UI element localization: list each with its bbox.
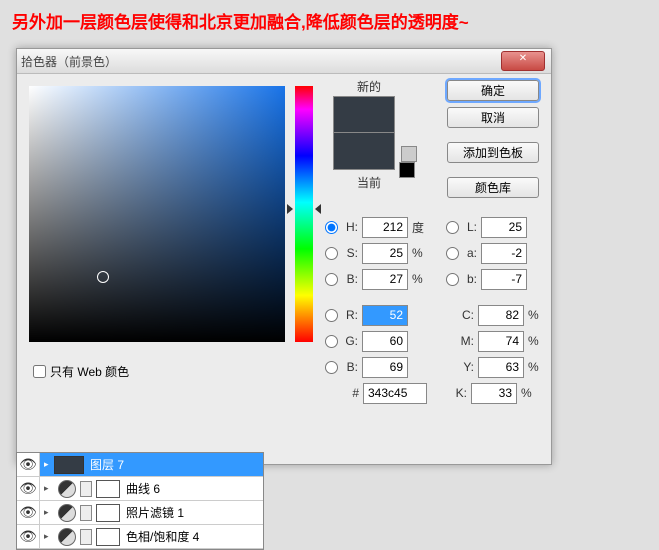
y-input[interactable]: [478, 357, 524, 378]
g-radio[interactable]: [325, 335, 338, 348]
dialog-body: 新的 当前 确定 取消 添加到色板 颜色库 H: 度 L: S:: [17, 74, 551, 464]
visibility-icon[interactable]: 👁: [17, 501, 40, 524]
hex-label: #: [343, 386, 359, 400]
r-label: R:: [342, 308, 358, 322]
new-color-label: 新的: [357, 78, 381, 95]
m-unit: %: [528, 334, 546, 348]
visibility-icon[interactable]: 👁: [17, 477, 40, 500]
layer-name: 图层 7: [90, 456, 124, 473]
b-hsb-unit: %: [412, 272, 430, 286]
ok-button[interactable]: 确定: [447, 80, 539, 101]
k-input[interactable]: [471, 383, 517, 404]
b-rgb-label: B:: [342, 360, 358, 374]
color-picker-dialog: 拾色器（前景色） ✕ 新的 当前 确定 取消 添加到色板 颜色库 H: 度: [16, 48, 552, 465]
b-rgb-radio[interactable]: [325, 361, 338, 374]
link-icon: [80, 505, 92, 521]
h-input[interactable]: [362, 217, 408, 238]
c-label: C:: [460, 308, 474, 322]
c-unit: %: [528, 308, 546, 322]
h-unit: 度: [412, 219, 430, 236]
add-swatch-button[interactable]: 添加到色板: [447, 142, 539, 163]
disclosure-icon[interactable]: ▸: [44, 483, 54, 494]
b-lab-label: b:: [463, 272, 477, 286]
mask-thumbnail: [96, 528, 120, 546]
websafe-warning-icon[interactable]: [399, 162, 415, 178]
mask-thumbnail: [96, 504, 120, 522]
k-label: K:: [453, 386, 467, 400]
k-unit: %: [521, 386, 539, 400]
hue-arrow-right[interactable]: [315, 204, 321, 214]
layer-thumbnail: [54, 456, 84, 474]
disclosure-icon[interactable]: ▸: [44, 507, 54, 518]
g-label: G:: [342, 334, 358, 348]
layer-name: 曲线 6: [126, 480, 160, 497]
layer-row[interactable]: 👁 ▸ 图层 7: [17, 453, 263, 477]
adjustment-icon: [58, 528, 76, 546]
web-only-label: 只有 Web 颜色: [50, 363, 129, 380]
layer-row[interactable]: 👁 ▸ 色相/饱和度 4: [17, 525, 263, 549]
cancel-button[interactable]: 取消: [447, 107, 539, 128]
picker-indicator[interactable]: [97, 271, 109, 283]
color-fields: H: 度 L: S: % a: B: %: [325, 214, 546, 406]
hue-arrow-left[interactable]: [287, 204, 293, 214]
s-input[interactable]: [362, 243, 408, 264]
new-color-swatch: [333, 96, 395, 133]
dialog-title: 拾色器（前景色）: [21, 53, 117, 70]
b-lab-radio[interactable]: [446, 273, 459, 286]
current-color-label: 当前: [357, 174, 381, 191]
m-input[interactable]: [478, 331, 524, 352]
r-input[interactable]: [362, 305, 408, 326]
c-input[interactable]: [478, 305, 524, 326]
layer-row[interactable]: 👁 ▸ 照片滤镜 1: [17, 501, 263, 525]
s-radio[interactable]: [325, 247, 338, 260]
close-button[interactable]: ✕: [501, 51, 545, 71]
b-rgb-input[interactable]: [362, 357, 408, 378]
color-field[interactable]: [29, 86, 285, 342]
layer-row[interactable]: 👁 ▸ 曲线 6: [17, 477, 263, 501]
web-only-row: 只有 Web 颜色: [29, 362, 129, 381]
adjustment-icon: [58, 480, 76, 498]
layers-panel: 👁 ▸ 图层 7 👁 ▸ 曲线 6 👁 ▸ 照片滤镜 1 👁 ▸: [16, 452, 264, 550]
visibility-icon[interactable]: 👁: [17, 453, 40, 476]
adjustment-icon: [58, 504, 76, 522]
b-hsb-radio[interactable]: [325, 273, 338, 286]
s-label: S:: [342, 246, 358, 260]
a-radio[interactable]: [446, 247, 459, 260]
current-color-swatch[interactable]: [333, 132, 395, 170]
g-input[interactable]: [362, 331, 408, 352]
h-label: H:: [342, 220, 358, 234]
layer-name: 照片滤镜 1: [126, 504, 184, 521]
m-label: M:: [460, 334, 474, 348]
l-radio[interactable]: [446, 221, 459, 234]
h-radio[interactable]: [325, 221, 338, 234]
gamut-warning-icon[interactable]: [401, 146, 417, 162]
hex-input[interactable]: [363, 383, 427, 404]
titlebar[interactable]: 拾色器（前景色） ✕: [17, 49, 551, 74]
disclosure-icon[interactable]: ▸: [44, 459, 54, 470]
s-unit: %: [412, 246, 430, 260]
web-only-checkbox[interactable]: [33, 365, 46, 378]
b-hsb-input[interactable]: [362, 269, 408, 290]
r-radio[interactable]: [325, 309, 338, 322]
y-unit: %: [528, 360, 546, 374]
l-input[interactable]: [481, 217, 527, 238]
a-input[interactable]: [481, 243, 527, 264]
l-label: L:: [463, 220, 477, 234]
b-lab-input[interactable]: [481, 269, 527, 290]
visibility-icon[interactable]: 👁: [17, 525, 40, 548]
annotation-text: 另外加一层颜色层使得和北京更加融合,降低颜色层的透明度~: [0, 0, 659, 37]
button-group: 确定 取消 添加到色板 颜色库: [447, 80, 539, 204]
layer-name: 色相/饱和度 4: [126, 528, 199, 545]
link-icon: [80, 481, 92, 497]
mask-thumbnail: [96, 480, 120, 498]
b-hsb-label: B:: [342, 272, 358, 286]
y-label: Y:: [460, 360, 474, 374]
hue-slider[interactable]: [295, 86, 313, 342]
disclosure-icon[interactable]: ▸: [44, 531, 54, 542]
a-label: a:: [463, 246, 477, 260]
link-icon: [80, 529, 92, 545]
color-library-button[interactable]: 颜色库: [447, 177, 539, 198]
